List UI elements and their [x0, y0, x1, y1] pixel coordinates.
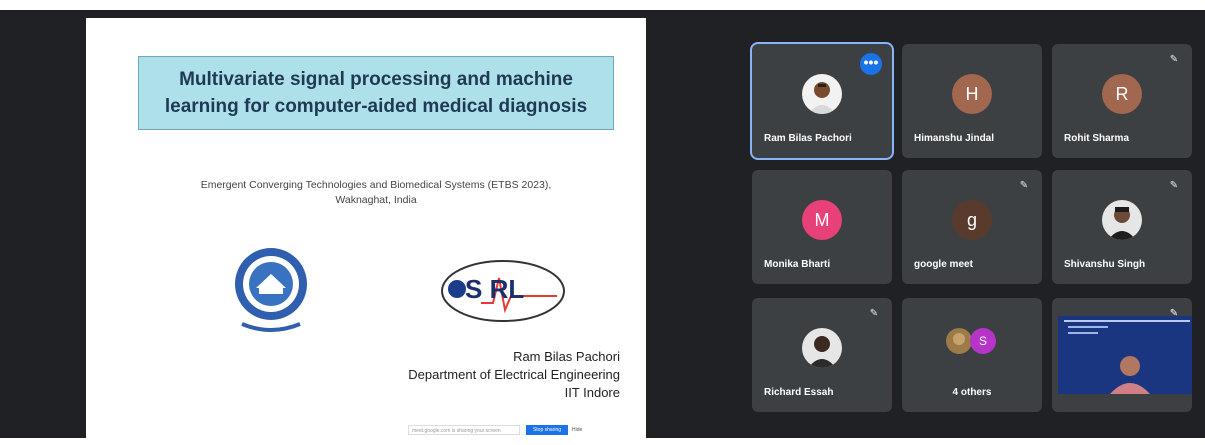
participant-tile-ram-bilas-pachori[interactable]: ••• Ram Bilas Pachori	[750, 42, 894, 160]
participant-name: Richard Essah	[764, 387, 834, 398]
video-feed-icon	[1058, 316, 1192, 394]
participant-tile-video[interactable]: ✎	[1052, 298, 1192, 412]
avatar	[946, 328, 972, 354]
conference-line-1: Emergent Converging Technologies and Bio…	[200, 179, 552, 191]
avatar: g	[952, 200, 992, 240]
iit-indore-emblem	[235, 248, 307, 332]
screen-share-bar: meet.google.com is sharing your screen S…	[408, 423, 588, 437]
mic-off-icon: ✎	[1169, 54, 1179, 65]
avatar	[802, 328, 842, 368]
hide-button[interactable]: Hide	[572, 425, 582, 435]
participant-grid: ••• Ram Bilas Pachori H Himanshu Jindal …	[740, 10, 1205, 438]
participant-name: Himanshu Jindal	[914, 133, 995, 144]
participant-name: Monika Bharti	[764, 259, 831, 270]
slide-title: Multivariate signal processing and machi…	[138, 56, 614, 130]
avatar: S	[970, 328, 996, 354]
profile-photo-icon	[1108, 207, 1136, 240]
srl-logo-text: S RL	[465, 274, 524, 304]
participant-name: Ram Bilas Pachori	[764, 133, 852, 144]
presenter-name: Ram Bilas Pachori	[513, 349, 620, 364]
mic-off-icon: ✎	[1169, 180, 1179, 191]
shared-slide: Multivariate signal processing and machi…	[86, 18, 646, 438]
participant-video	[1058, 316, 1192, 394]
profile-photo-icon	[808, 336, 836, 368]
profile-photo-icon	[953, 333, 965, 345]
conference-line-2: Waknaghat, India	[335, 194, 417, 206]
participant-name: Rohit Sharma	[1064, 133, 1130, 144]
presentation-stage: Multivariate signal processing and machi…	[0, 10, 740, 438]
presenter-department: Department of Electrical Engineering	[408, 367, 620, 382]
avatar: R	[1102, 74, 1142, 114]
participant-name: google meet	[914, 259, 973, 270]
profile-photo-icon	[808, 82, 836, 114]
avatar: H	[952, 74, 992, 114]
participant-name: Shivanshu Singh	[1064, 259, 1146, 270]
avatar	[802, 74, 842, 114]
participant-tile-monika-bharti[interactable]: M Monika Bharti	[752, 170, 892, 284]
avatar: M	[802, 200, 842, 240]
participant-tile-himanshu-jindal[interactable]: H Himanshu Jindal	[902, 44, 1042, 158]
meeting-window: Multivariate signal processing and machi…	[0, 10, 1205, 438]
participant-tile-rohit-sharma[interactable]: ✎ R Rohit Sharma	[1052, 44, 1192, 158]
conference-info: Emergent Converging Technologies and Bio…	[146, 178, 606, 208]
more-options-icon[interactable]: •••	[860, 53, 882, 75]
presenter-institute: IIT Indore	[564, 385, 620, 400]
participant-tile-shivanshu-singh[interactable]: ✎ Shivanshu Singh	[1052, 170, 1192, 284]
participant-tile-richard-essah[interactable]: ✎ Richard Essah	[752, 298, 892, 412]
stop-sharing-button[interactable]: Stop sharing	[526, 425, 568, 435]
srl-logo: S RL	[441, 260, 565, 322]
participant-tile-google-meet[interactable]: ✎ g google meet	[902, 170, 1042, 284]
participant-name: 4 others	[952, 387, 992, 398]
mic-off-icon: ✎	[1169, 308, 1179, 319]
avatar	[1102, 200, 1142, 240]
share-status-text: meet.google.com is sharing your screen	[408, 425, 520, 435]
presenter-block: Ram Bilas Pachori Department of Electric…	[366, 348, 620, 402]
mic-off-icon: ✎	[869, 308, 879, 319]
mic-off-icon: ✎	[1019, 180, 1029, 191]
participant-tile-others[interactable]: S 4 others	[902, 298, 1042, 412]
